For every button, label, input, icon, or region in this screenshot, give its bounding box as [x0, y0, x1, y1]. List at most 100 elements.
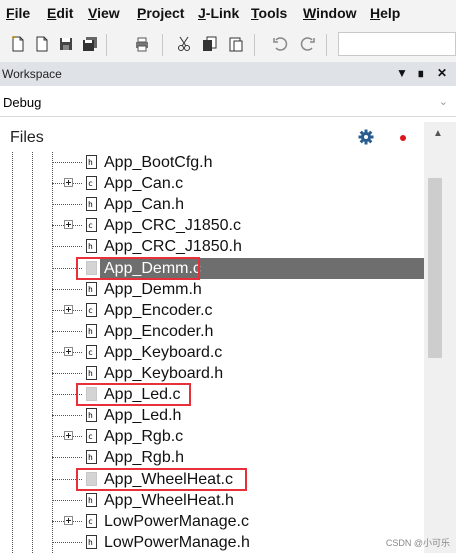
menu-edit[interactable]: Edit	[47, 5, 73, 21]
pin-icon[interactable]: ∎	[417, 66, 425, 80]
menu-view[interactable]: View	[88, 5, 120, 21]
menu-file[interactable]: File	[6, 5, 30, 21]
file-name: App_Can.h	[104, 196, 185, 213]
menu-bar: File Edit View Project J-Link Tools Wind…	[0, 0, 456, 28]
file-name: App_Led.h	[104, 407, 182, 424]
tree-connector	[52, 289, 82, 290]
file-name: LowPowerManage.h	[104, 534, 250, 551]
expand-icon[interactable]	[64, 431, 73, 440]
new-file-icon[interactable]	[10, 36, 26, 52]
tree-connector	[52, 162, 82, 163]
gear-icon[interactable]	[358, 129, 374, 145]
file-tree-row[interactable]: h App_Demm.h	[0, 279, 424, 300]
menu-window[interactable]: Window	[303, 5, 357, 21]
file-tree-row[interactable]: h App_Rgb.h	[0, 447, 424, 468]
file-name: App_Can.c	[104, 175, 184, 192]
file-tree-row[interactable]: c App_Keyboard.c	[0, 342, 424, 363]
new-project-icon[interactable]	[34, 36, 50, 52]
paste-icon[interactable]	[228, 36, 244, 52]
header-file-icon: h	[86, 450, 97, 464]
c-file-icon: c	[86, 176, 97, 190]
file-tree-row[interactable]: c App_Encoder.c	[0, 300, 424, 321]
header-file-icon: h	[86, 408, 97, 422]
copy-icon[interactable]	[202, 36, 218, 52]
file-tree-row[interactable]: h App_WheelHeat.h	[0, 490, 424, 511]
file-tree-row[interactable]: c LowPowerManage.c	[0, 511, 424, 532]
header-file-icon: h	[86, 282, 97, 296]
file-name: App_WheelHeat.h	[104, 492, 234, 509]
status-dot	[400, 135, 406, 141]
file-name: App_CRC_J1850.c	[104, 217, 241, 234]
file-tree-row[interactable]: h App_Led.h	[0, 405, 424, 426]
file-tree-row[interactable]: App_Demm.c	[0, 257, 424, 280]
file-tree-row[interactable]: h App_Encoder.h	[0, 321, 424, 342]
file-tree-row[interactable]: App_WheelHeat.c	[0, 468, 424, 491]
file-tree-row[interactable]: c App_Rgb.c	[0, 426, 424, 447]
cut-icon[interactable]	[176, 36, 192, 52]
file-tree-row[interactable]: App_Led.c	[0, 383, 424, 406]
expand-icon[interactable]	[64, 347, 73, 356]
save-icon[interactable]	[58, 36, 74, 52]
header-file-icon: h	[86, 324, 97, 338]
file-name: App_BootCfg.h	[104, 154, 213, 171]
toolbar-search-box[interactable]	[338, 32, 456, 56]
redo-icon[interactable]	[300, 36, 316, 52]
file-name: App_CRC_J1850.h	[104, 238, 242, 255]
toolbar-separator	[326, 34, 327, 56]
toolbar-separator	[106, 34, 107, 56]
toolbar	[0, 28, 456, 63]
workspace-header: Workspace ▼ ∎ ✕	[0, 62, 456, 86]
header-file-icon: h	[86, 493, 97, 507]
dropdown-arrow-icon[interactable]: ▼	[396, 66, 408, 80]
c-file-icon: c	[86, 514, 97, 528]
menu-tools[interactable]: Tools	[251, 5, 287, 21]
file-name: LowPowerManage.c	[104, 513, 249, 530]
scrollbar-thumb[interactable]	[428, 178, 442, 358]
file-name: App_Encoder.c	[104, 302, 213, 319]
workspace-title: Workspace	[2, 67, 62, 81]
file-tree-row[interactable]: c App_CRC_J1850.c	[0, 215, 424, 236]
expand-icon[interactable]	[64, 305, 73, 314]
file-name: App_Demm.h	[104, 281, 202, 298]
annotation-highlight-box	[76, 257, 200, 280]
c-file-icon: c	[86, 345, 97, 359]
file-name: App_Encoder.h	[104, 323, 214, 340]
file-tree-row[interactable]: h App_CRC_J1850.h	[0, 236, 424, 257]
vertical-scrollbar[interactable]: ▲	[424, 122, 456, 553]
menu-help[interactable]: Help	[370, 5, 400, 21]
close-icon[interactable]: ✕	[437, 66, 447, 80]
header-file-icon: h	[86, 366, 97, 380]
files-header: Files	[0, 122, 424, 152]
expand-icon[interactable]	[64, 516, 73, 525]
expand-icon[interactable]	[64, 178, 73, 187]
configuration-select[interactable]: Debug ⌄	[0, 90, 456, 117]
chevron-down-icon: ⌄	[438, 96, 448, 108]
file-tree-row[interactable]: h App_Can.h	[0, 194, 424, 215]
header-file-icon: h	[86, 155, 97, 169]
toolbar-separator	[162, 34, 163, 56]
tree-connector	[52, 542, 82, 543]
tree-connector	[52, 331, 82, 332]
scroll-up-icon[interactable]: ▲	[433, 128, 443, 139]
file-tree-row[interactable]: h App_Keyboard.h	[0, 363, 424, 384]
undo-icon[interactable]	[272, 36, 288, 52]
expand-icon[interactable]	[64, 220, 73, 229]
save-all-icon[interactable]	[82, 36, 98, 52]
file-tree-row[interactable]: h App_BootCfg.h	[0, 152, 424, 173]
annotation-highlight-box	[76, 468, 247, 491]
c-file-icon: c	[86, 429, 97, 443]
tree-connector	[52, 415, 82, 416]
file-name: App_Keyboard.c	[104, 344, 223, 361]
annotation-highlight-box	[76, 383, 191, 406]
menu-project[interactable]: Project	[137, 5, 184, 21]
print-icon[interactable]	[134, 36, 150, 52]
menu-jlink[interactable]: J-Link	[198, 5, 239, 21]
file-tree-row[interactable]: c App_Can.c	[0, 173, 424, 194]
file-tree-row[interactable]: h LowPowerManage.h	[0, 532, 424, 553]
tree-connector	[52, 373, 82, 374]
toolbar-separator	[254, 34, 255, 56]
tree-connector	[52, 246, 82, 247]
file-name: App_Rgb.c	[104, 428, 184, 445]
header-file-icon: h	[86, 239, 97, 253]
header-file-icon: h	[86, 535, 97, 549]
